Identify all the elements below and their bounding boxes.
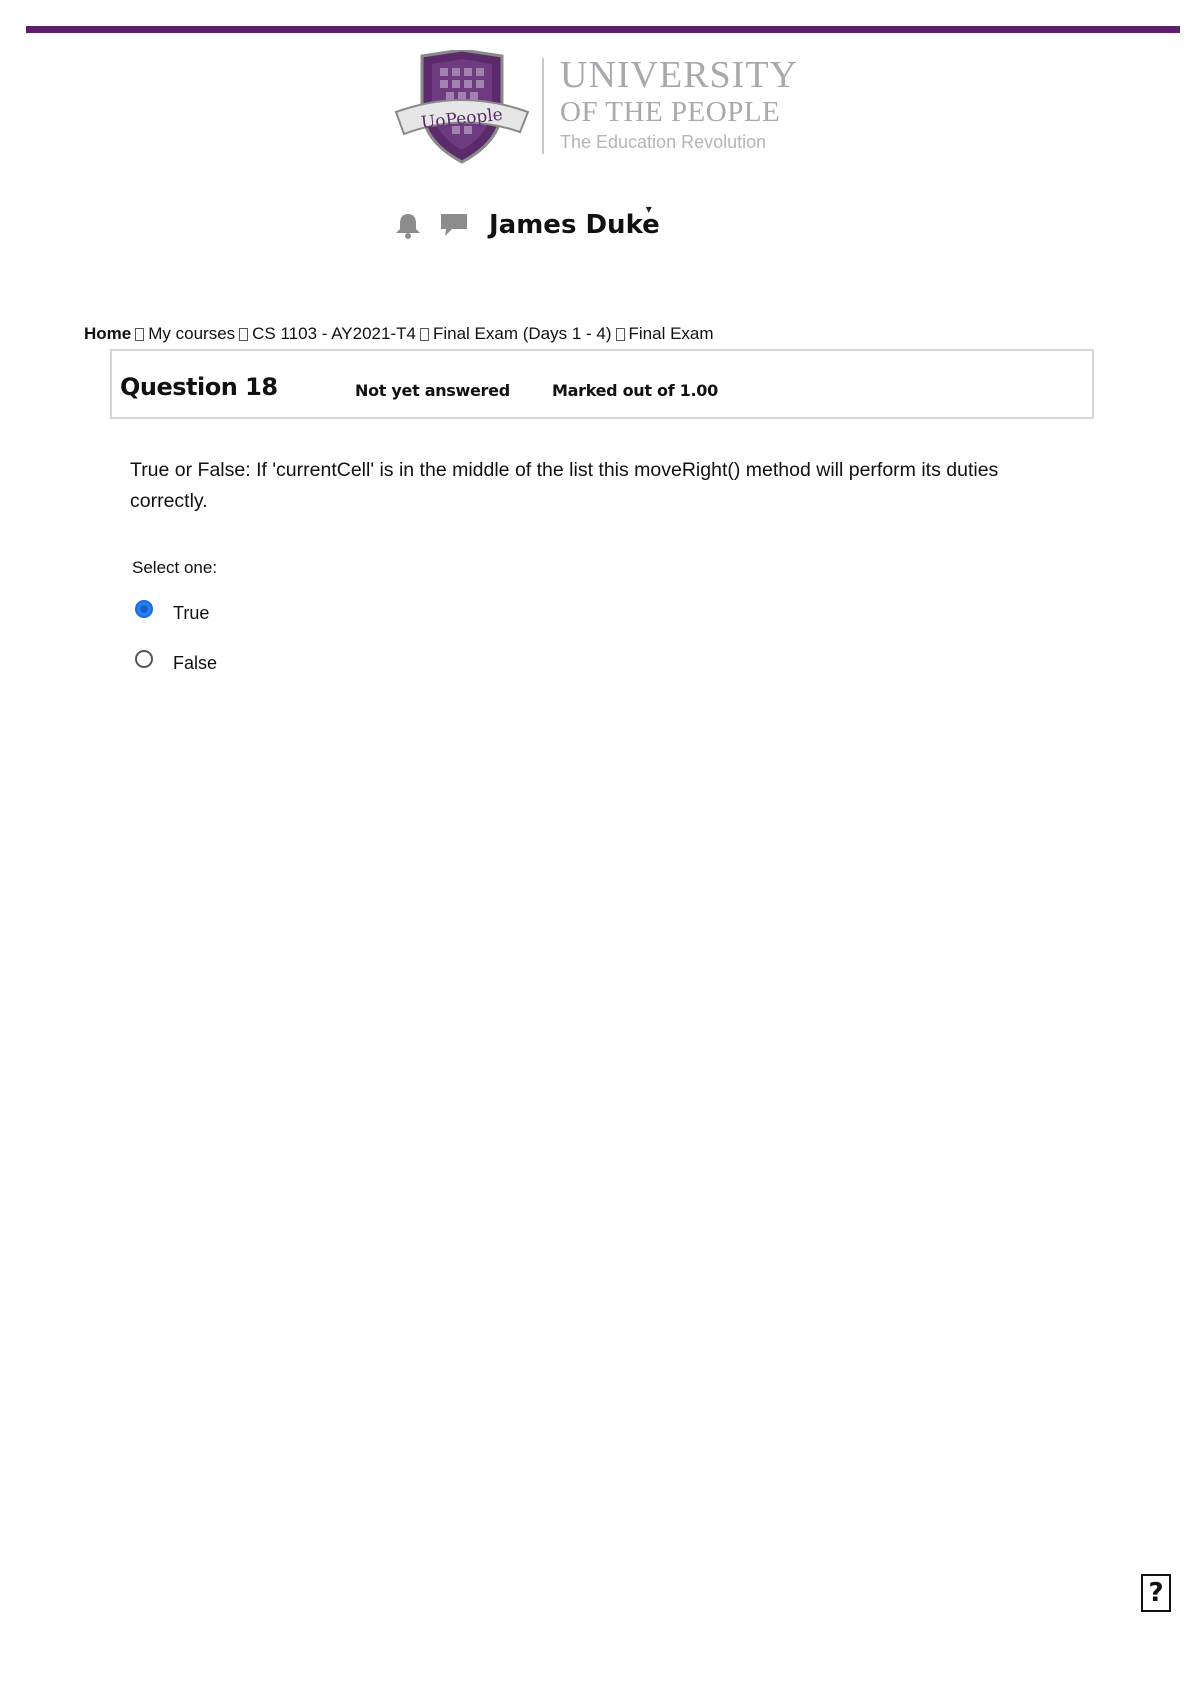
breadcrumb-separator-icon [135,327,145,341]
answer-option-false[interactable]: False [135,648,217,673]
logo-line-university: UNIVERSITY [560,54,798,96]
question-state: Not yet answered [355,381,510,400]
breadcrumb-current-page[interactable]: Final Exam [629,324,714,344]
breadcrumb-home[interactable]: Home [84,324,131,344]
answer-prompt: Select one: [132,558,218,577]
breadcrumb-my-courses[interactable]: My courses [148,324,235,344]
breadcrumb: Home My courses CS 1103 - AY2021-T4 Fina… [84,324,714,344]
breadcrumb-separator-icon [419,327,429,341]
uopeople-shield-icon: UoPeople [394,50,530,164]
logo-tagline: The Education Revolution [560,132,767,152]
radio-true[interactable] [135,599,153,618]
breadcrumb-exam-section[interactable]: Final Exam (Days 1 - 4) [433,324,612,344]
user-name: James Duke [489,210,660,240]
question-grade: Marked out of 1.00 [552,381,718,400]
logo-wordmark: UNIVERSITY OF THE PEOPLE The Education R… [560,56,798,151]
user-menu-toggle[interactable]: James Duke ▾ [489,202,660,240]
user-menu-row: James Duke ▾ [393,202,660,245]
chevron-down-icon: ▾ [645,202,652,216]
messages-chat-icon[interactable] [439,210,469,240]
answer-option-true[interactable]: True [135,598,209,623]
logo-line-of-the-people: OF THE PEOPLE [560,96,781,128]
answer-label-false: False [173,653,218,673]
university-logo[interactable]: UoPeople UNIVERSITY OF THE PEOPLE The Ed… [392,50,822,170]
brand-top-bar [26,26,1180,33]
radio-false[interactable] [135,649,153,668]
notifications-bell-icon[interactable] [393,210,423,240]
breadcrumb-separator-icon [239,327,249,341]
logo-divider [542,58,544,154]
breadcrumb-course[interactable]: CS 1103 - AY2021-T4 [252,324,416,344]
breadcrumb-separator-icon [615,327,625,341]
question-number: Question 18 [120,373,278,401]
question-text: True or False: If 'currentCell' is in th… [130,459,999,512]
question-info-box: Question 18 Not yet answered Marked out … [110,349,1094,419]
answer-label-true: True [173,603,210,623]
help-icon[interactable]: ? [1141,1574,1171,1612]
